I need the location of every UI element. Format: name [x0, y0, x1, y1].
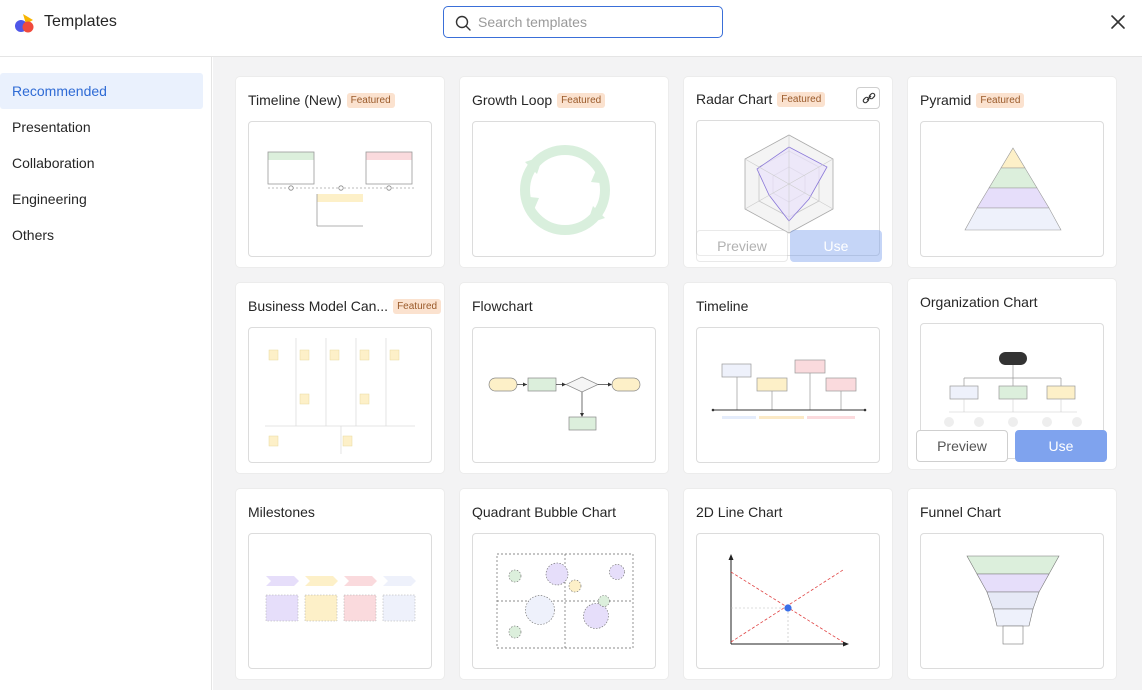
preview-button[interactable]: Preview — [696, 230, 788, 262]
card-title: Flowchart — [472, 298, 533, 314]
template-thumbnail — [248, 327, 432, 463]
preview-button[interactable]: Preview — [916, 430, 1008, 462]
template-card-pyramid[interactable]: Pyramid Featured — [908, 77, 1116, 267]
template-thumbnail — [472, 121, 656, 257]
card-title: Timeline — [696, 298, 749, 314]
template-card-flowchart[interactable]: Flowchart — [460, 283, 668, 473]
template-thumbnail — [248, 533, 432, 669]
template-thumbnail — [920, 533, 1104, 669]
template-thumbnail — [248, 121, 432, 257]
template-card-growth-loop[interactable]: Growth Loop Featured — [460, 77, 668, 267]
use-button[interactable]: Use — [790, 230, 882, 262]
featured-badge: Featured — [393, 298, 442, 314]
card-title: 2D Line Chart — [696, 504, 783, 520]
close-icon[interactable] — [1108, 12, 1128, 32]
featured-badge: Featured — [976, 92, 1025, 108]
sidebar-item-engineering[interactable]: Engineering — [0, 181, 203, 217]
template-card-timeline[interactable]: Timeline — [684, 283, 892, 473]
search-box[interactable] — [443, 6, 723, 38]
template-thumbnail — [472, 327, 656, 463]
card-title: Organization Chart — [920, 294, 1038, 310]
app-title: Templates — [44, 13, 117, 30]
card-title: Growth Loop — [472, 92, 553, 108]
search-input[interactable] — [478, 12, 716, 32]
link-icon — [862, 92, 876, 104]
featured-badge: Featured — [777, 91, 826, 107]
template-card-organization-chart[interactable]: Organization Chart Preview Use — [908, 279, 1116, 469]
card-title: Radar Chart — [696, 91, 773, 107]
header: Templates — [0, 0, 1142, 57]
template-thumbnail — [472, 533, 656, 669]
sidebar: Recommended Presentation Collaboration E… — [0, 57, 212, 690]
template-card-timeline-new[interactable]: Timeline (New) Featured — [236, 77, 444, 267]
card-title: Quadrant Bubble Chart — [472, 504, 616, 520]
sidebar-item-recommended[interactable]: Recommended — [0, 73, 203, 109]
use-button[interactable]: Use — [1015, 430, 1107, 462]
template-card-quadrant-bubble-chart[interactable]: Quadrant Bubble Chart — [460, 489, 668, 679]
card-title: Business Model Can... — [248, 298, 389, 314]
template-thumbnail — [920, 121, 1104, 257]
search-icon — [455, 15, 471, 31]
card-title: Timeline (New) — [248, 92, 342, 108]
template-card-funnel-chart[interactable]: Funnel Chart — [908, 489, 1116, 679]
template-thumbnail — [696, 533, 880, 669]
featured-badge: Featured — [346, 92, 395, 108]
template-card-2d-line-chart[interactable]: 2D Line Chart — [684, 489, 892, 679]
card-title: Milestones — [248, 504, 315, 520]
template-card-radar-chart[interactable]: Radar Chart Featured Preview Use — [684, 77, 892, 267]
sidebar-item-presentation[interactable]: Presentation — [0, 109, 203, 145]
template-grid: Timeline (New) Featured Growth Loop Feat… — [213, 57, 1142, 690]
sidebar-item-others[interactable]: Others — [0, 217, 203, 253]
template-card-milestones[interactable]: Milestones — [236, 489, 444, 679]
template-card-business-model-canvas[interactable]: Business Model Can... Featured — [236, 283, 444, 473]
copy-link-button[interactable] — [856, 87, 880, 109]
template-thumbnail — [696, 327, 880, 463]
featured-badge: Featured — [557, 92, 606, 108]
card-title: Funnel Chart — [920, 504, 1001, 520]
card-title: Pyramid — [920, 92, 972, 108]
logo-icon — [15, 14, 34, 33]
sidebar-item-collaboration[interactable]: Collaboration — [0, 145, 203, 181]
